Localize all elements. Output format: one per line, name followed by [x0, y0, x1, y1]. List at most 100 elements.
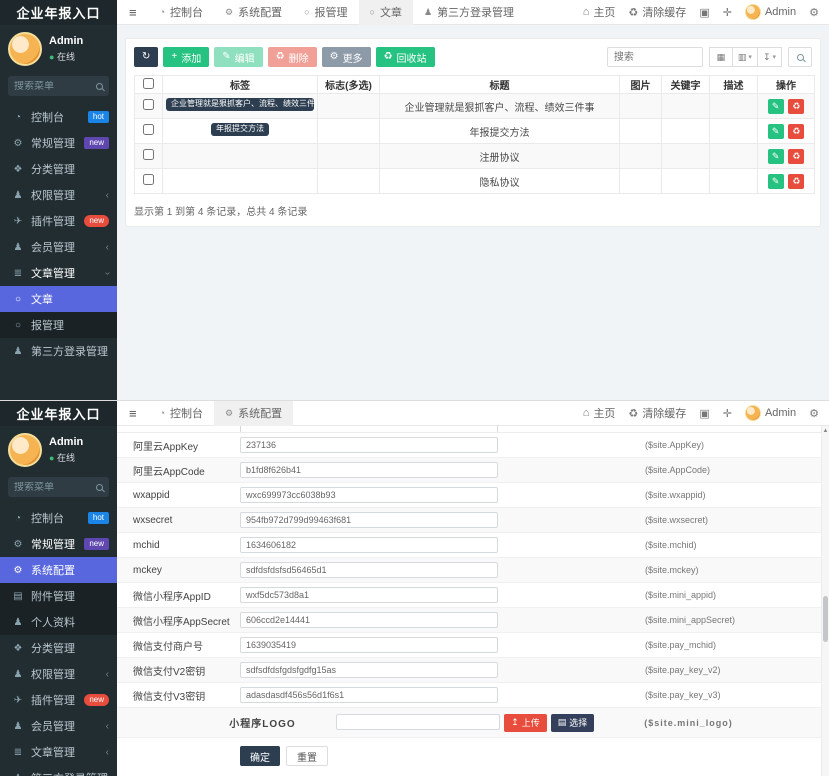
sidebar-item-auth[interactable]: ♟ 权限管理 ‹ [0, 661, 117, 687]
more-button[interactable]: ⚙更多 [322, 47, 371, 67]
col-keywords[interactable]: 关键字 [662, 76, 710, 94]
sidebar-subitem-system-config[interactable]: ⚙ 系统配置 [0, 557, 117, 583]
sidebar-item-third-login[interactable]: ♟ 第三方登录管理 [0, 765, 117, 776]
wxappid-input[interactable] [240, 487, 498, 503]
appcode-input[interactable] [240, 462, 498, 478]
appkey-input[interactable] [240, 437, 498, 453]
col-title[interactable]: 标题 [380, 76, 620, 94]
clear-cache-link[interactable]: ♻清除缓存 [628, 4, 686, 20]
sidebar-item-addon[interactable]: ✈ 插件管理 new [0, 208, 117, 234]
col-image[interactable]: 图片 [620, 76, 662, 94]
row-checkbox[interactable] [143, 174, 154, 185]
menu-search-input[interactable] [14, 81, 96, 92]
scrollbar-thumb[interactable] [823, 596, 828, 642]
row-delete-button[interactable]: ♻ [788, 149, 804, 164]
reset-button[interactable]: 重置 [286, 746, 328, 766]
row-edit-button[interactable]: ✎ [768, 124, 784, 139]
col-tag[interactable]: 标签 [163, 76, 318, 94]
submit-button[interactable]: 确定 [240, 746, 280, 766]
settings-dropdown[interactable]: ⚙ [809, 6, 819, 19]
home-link[interactable]: ⌂主页 [583, 4, 616, 20]
sidebar-item-member[interactable]: ♟ 会员管理 ‹ [0, 713, 117, 739]
mini-appid-input[interactable] [240, 587, 498, 603]
row-delete-button[interactable]: ♻ [788, 124, 804, 139]
row-edit-button[interactable]: ✎ [768, 149, 784, 164]
sidebar-item-third-login[interactable]: ♟ 第三方登录管理 [0, 338, 117, 364]
wxsecret-input[interactable] [240, 512, 498, 528]
row-checkbox[interactable] [143, 149, 154, 160]
add-button[interactable]: +添加 [163, 47, 209, 67]
mckey-input[interactable] [240, 562, 498, 578]
export-button[interactable]: ↧▾ [758, 47, 782, 67]
row-delete-button[interactable]: ♻ [788, 99, 804, 114]
upload-button[interactable]: ↥上传 [504, 714, 547, 732]
sidebar-item-addon[interactable]: ✈ 插件管理 new [0, 687, 117, 713]
recycle-bin-button[interactable]: ♻回收站 [376, 47, 435, 67]
tab-article[interactable]: ○ 文章 [359, 0, 413, 25]
avatar [745, 405, 761, 421]
sidebar-item-category[interactable]: ❖ 分类管理 [0, 156, 117, 182]
col-flag[interactable]: 标志(多选) [318, 76, 380, 94]
sidebar-item-member[interactable]: ♟ 会员管理 ‹ [0, 234, 117, 260]
sidebar-item-dashboard[interactable]: ◔ 控制台 hot [0, 104, 117, 130]
tab-third-login[interactable]: ♟ 第三方登录管理 [413, 0, 525, 25]
settings-dropdown[interactable]: ⚙ [809, 407, 819, 420]
table-search-input[interactable] [607, 47, 703, 67]
home-link[interactable]: ⌂主页 [583, 405, 616, 421]
sidebar-subitem-article[interactable]: ○ 文章 [0, 286, 117, 312]
pay-key-v2-input[interactable] [240, 662, 498, 678]
fullscreen-button[interactable]: ✛ [723, 6, 732, 19]
scroll-up-icon[interactable]: ▲ [822, 426, 829, 434]
row-edit-button[interactable]: ✎ [768, 174, 784, 189]
menu-toggle-icon[interactable]: ≡ [117, 5, 149, 20]
search-icon [797, 54, 804, 61]
card-view-button[interactable]: ▦ [709, 47, 733, 67]
admin-menu[interactable]: Admin [745, 405, 796, 421]
sidebar-item-article-group[interactable]: ≣ 文章管理 ‹ [0, 739, 117, 765]
page-copy-button[interactable]: ▣ [699, 407, 709, 420]
row-checkbox[interactable] [143, 99, 154, 110]
sidebar-subitem-report[interactable]: ○ 报管理 [0, 312, 117, 338]
clear-cache-link[interactable]: ♻清除缓存 [628, 405, 686, 421]
tab-system-config[interactable]: ⚙ 系统配置 [214, 0, 293, 25]
columns-button[interactable]: ▥▾ [733, 47, 758, 67]
pay-mchid-input[interactable] [240, 637, 498, 653]
delete-button[interactable]: ♻删除 [268, 47, 317, 67]
users-icon: ♟ [12, 346, 24, 357]
mchid-input[interactable] [240, 537, 498, 553]
tab-report[interactable]: ○ 报管理 [293, 0, 358, 25]
row-edit-button[interactable]: ✎ [768, 99, 784, 114]
select-all-checkbox[interactable] [143, 78, 154, 89]
sidebar-item-auth[interactable]: ♟ 权限管理 ‹ [0, 182, 117, 208]
tab-dashboard[interactable]: ◔ 控制台 [149, 0, 214, 25]
row-checkbox[interactable] [143, 124, 154, 135]
sidebar-item-article-group[interactable]: ≣ 文章管理 ‹ [0, 260, 117, 286]
avatar[interactable] [8, 32, 42, 66]
menu-toggle-icon[interactable]: ≡ [117, 406, 149, 421]
sidebar-item-general[interactable]: ⚙ 常规管理 new [0, 130, 117, 156]
tab-system-config[interactable]: ⚙ 系统配置 [214, 401, 293, 426]
search-toggle-button[interactable] [788, 47, 812, 67]
pay-key-v3-input[interactable] [240, 687, 498, 703]
refresh-button[interactable]: ↻ [134, 47, 158, 67]
mini-appsecret-input[interactable] [240, 612, 498, 628]
sidebar-item-category[interactable]: ❖ 分类管理 [0, 635, 117, 661]
col-description[interactable]: 描述 [710, 76, 758, 94]
admin-menu[interactable]: Admin [745, 4, 796, 20]
page-copy-button[interactable]: ▣ [699, 6, 709, 19]
edit-button[interactable]: ✎编辑 [214, 47, 262, 67]
vertical-scrollbar[interactable]: ▲ [821, 426, 829, 776]
choose-button[interactable]: ▤选择 [551, 714, 595, 732]
table-row: 企业管理就是狠抓客户、流程、绩效三件事 企业管理就是狠抓客户、流程、绩效三件事 … [135, 94, 815, 119]
tab-dashboard[interactable]: ◔ 控制台 [149, 401, 214, 426]
sidebar-item-dashboard[interactable]: ◔ 控制台 hot [0, 505, 117, 531]
sidebar-subitem-attachment[interactable]: ▤ 附件管理 [0, 583, 117, 609]
row-delete-button[interactable]: ♻ [788, 174, 804, 189]
fullscreen-button[interactable]: ✛ [723, 407, 732, 420]
sidebar-subitem-profile[interactable]: ♟ 个人资料 [0, 609, 117, 635]
sidebar-item-general[interactable]: ⚙ 常规管理 new [0, 531, 117, 557]
mini-logo-input[interactable] [336, 714, 500, 730]
config-input[interactable] [240, 426, 498, 432]
avatar[interactable] [8, 433, 42, 467]
menu-search-input[interactable] [14, 482, 96, 493]
